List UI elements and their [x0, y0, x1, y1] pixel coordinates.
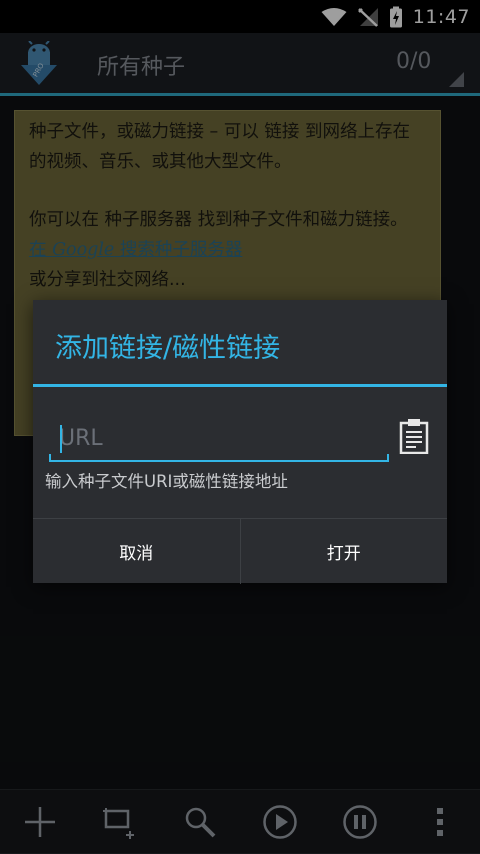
bottom-toolbar: [0, 789, 480, 854]
url-hint: 输入种子文件URI或磁性链接地址: [45, 472, 288, 491]
add-multiple-button[interactable]: [96, 798, 144, 846]
overflow-menu-icon: [437, 808, 443, 836]
overflow-menu-button[interactable]: [416, 798, 464, 846]
battery-charging-icon: [389, 6, 402, 27]
page-title[interactable]: 所有种子: [97, 49, 185, 81]
add-icon: [25, 807, 55, 837]
share-social-link[interactable]: 或分享到社交网络...: [29, 265, 426, 295]
resume-all-button[interactable]: [256, 798, 304, 846]
action-bar: PRO 所有种子 0/0: [0, 33, 480, 93]
url-input[interactable]: [49, 416, 389, 460]
dialog-title-divider: [33, 384, 447, 387]
pause-all-button[interactable]: [336, 798, 384, 846]
open-button[interactable]: 打开: [241, 519, 448, 584]
wifi-icon: [321, 7, 347, 26]
status-bar: 11:47: [0, 0, 480, 33]
note-text-1: 种子文件，或磁力链接 – 可以 链接 到网络上存在的视频、音乐、或其他大型文件。: [29, 122, 410, 172]
torrent-count: 0/0: [396, 49, 432, 74]
pause-icon: [343, 805, 377, 839]
play-icon: [263, 805, 297, 839]
search-button[interactable]: [176, 798, 224, 846]
status-time: 11:47: [412, 5, 470, 28]
paste-clipboard-icon[interactable]: [399, 418, 429, 454]
dialog-title: 添加链接/磁性链接: [55, 333, 281, 364]
note-text-2: 你可以在 种子服务器 找到种子文件和磁力链接。: [29, 210, 408, 230]
add-multiple-icon: [103, 808, 134, 839]
no-signal-icon: [357, 7, 378, 27]
search-icon: [185, 807, 216, 838]
dialog-button-row: 取消 打开: [33, 518, 447, 584]
app-logo-icon[interactable]: PRO: [17, 41, 61, 87]
cancel-button[interactable]: 取消: [33, 519, 241, 584]
google-search-link[interactable]: 在 Google 搜索种子服务器: [29, 235, 426, 265]
text-caret: [60, 425, 62, 453]
spinner-dropdown-icon[interactable]: [449, 72, 464, 87]
add-link-dialog: 添加链接/磁性链接 输入种子文件URI或磁性链接地址 取消 打开: [33, 300, 447, 584]
add-button[interactable]: [16, 798, 64, 846]
url-input-underline: [49, 454, 389, 462]
